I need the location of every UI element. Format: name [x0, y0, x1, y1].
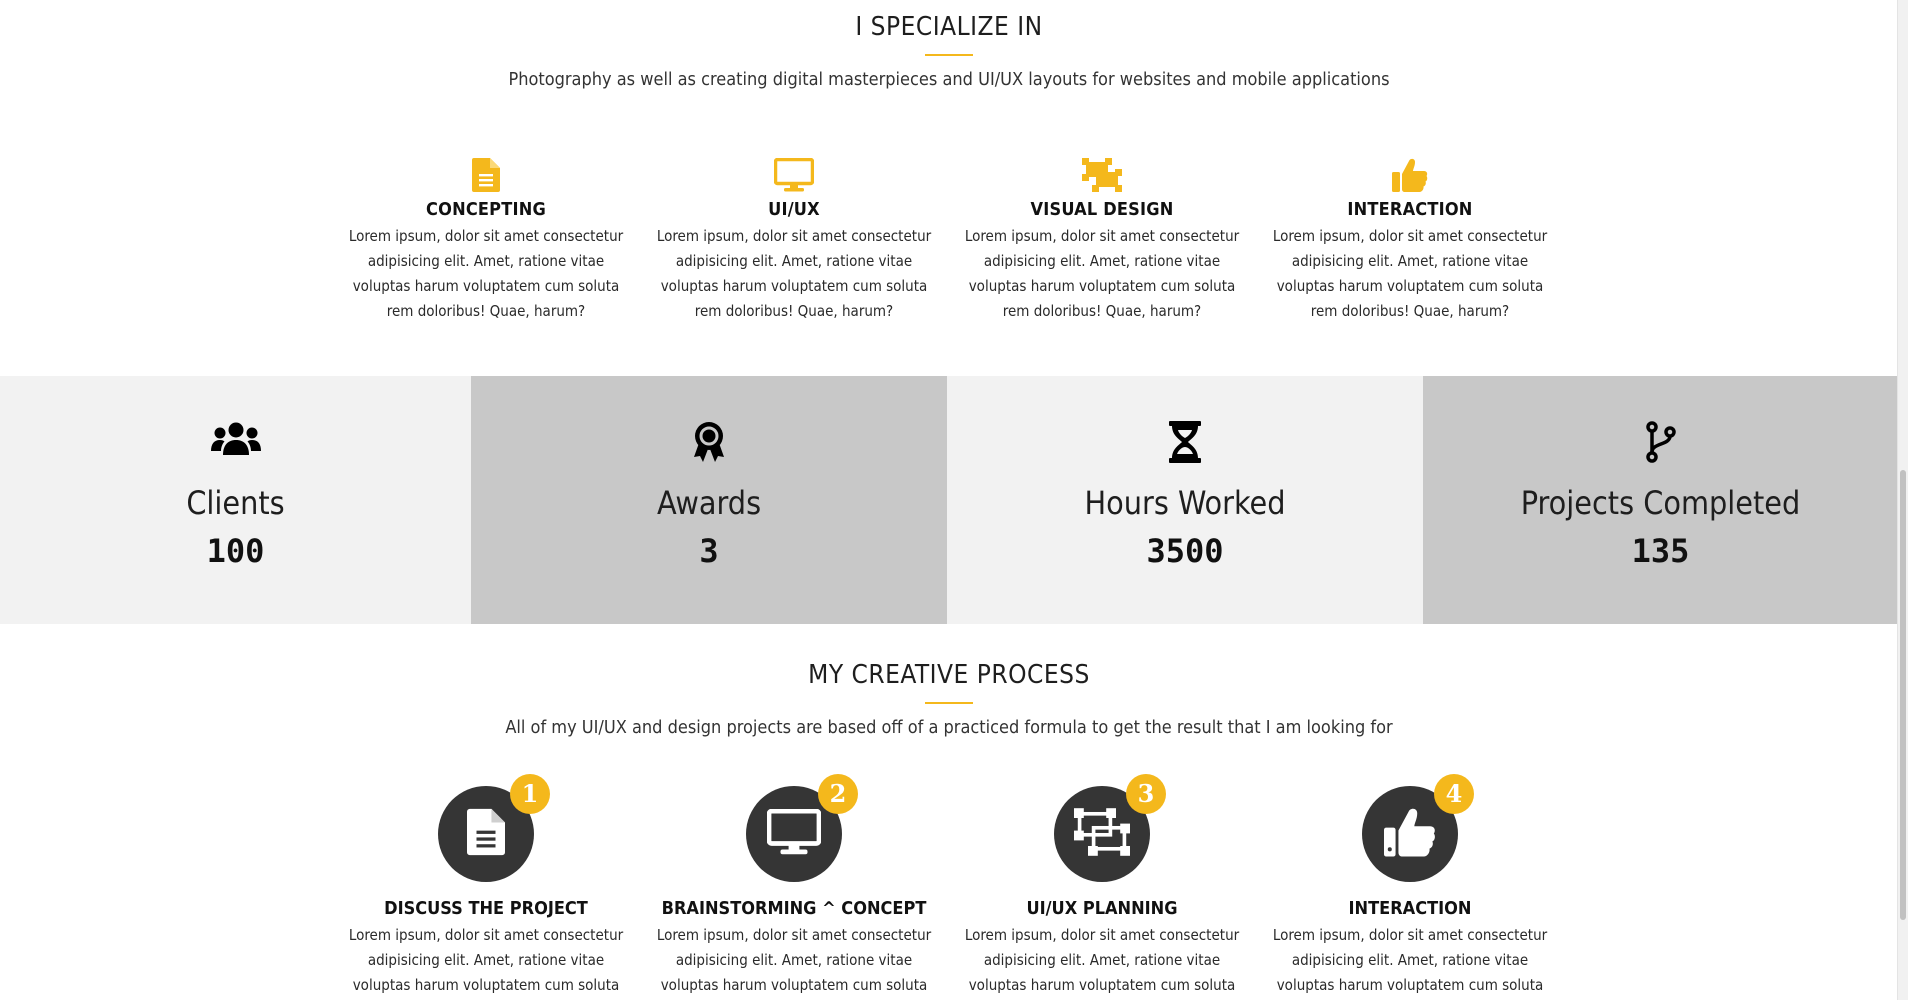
process-step-text: Lorem ipsum, dolor sit amet consectetur …: [1272, 926, 1548, 994]
page-scrollbar[interactable]: [1897, 0, 1908, 1000]
hourglass-icon: [947, 421, 1423, 465]
stat-hours-worked: Hours Worked 3500: [947, 376, 1423, 624]
stat-awards: Awards 3: [471, 376, 947, 624]
specialize-item-text: Lorem ipsum, dolor sit amet consectetur …: [348, 227, 624, 320]
scrollbar-thumb[interactable]: [1900, 470, 1906, 920]
stat-label: Hours Worked: [1084, 484, 1286, 522]
specialize-item-text: Lorem ipsum, dolor sit amet consectetur …: [656, 227, 932, 320]
page: I SPECIALIZE IN Photography as well as c…: [0, 0, 1898, 1000]
specialize-item-concepting: CONCEPTING Lorem ipsum, dolor sit amet c…: [346, 156, 626, 324]
stat-value: 135: [1631, 532, 1690, 570]
process-step-heading: DISCUSS THE PROJECT: [384, 898, 588, 919]
specialize-subtitle: Photography as well as creating digital …: [508, 69, 1390, 90]
process-step-heading: INTERACTION: [1348, 898, 1472, 919]
specialize-item-visual-design: VISUAL DESIGN Lorem ipsum, dolor sit ame…: [962, 156, 1242, 324]
specialize-item-heading: UI/UX: [768, 199, 820, 220]
stat-clients: Clients 100: [0, 376, 471, 624]
stat-label: Awards: [656, 484, 762, 522]
specialize-item-heading: INTERACTION: [1347, 199, 1473, 220]
object-ungroup-icon: [1074, 808, 1130, 860]
thumbs-up-icon: [1270, 156, 1550, 194]
stats-band: Clients 100 Awards 3 Hours Worked 3500 P…: [0, 376, 1898, 624]
specialize-item-text: Lorem ipsum, dolor sit amet consectetur …: [1272, 227, 1548, 320]
stat-label: Clients: [186, 484, 285, 522]
process-step-heading: BRAINSTORMING ^ CONCEPT: [661, 898, 927, 919]
process-step-4: 4 INTERACTION Lorem ipsum, dolor sit ame…: [1270, 774, 1550, 1000]
thumbs-up-icon: [1384, 807, 1436, 861]
process-step-1: 1 DISCUSS THE PROJECT Lorem ipsum, dolor…: [346, 774, 626, 1000]
document-icon: [467, 808, 505, 860]
specialize-title: I SPECIALIZE IN: [855, 12, 1043, 42]
monitor-icon: [766, 808, 822, 859]
monitor-icon: [654, 156, 934, 194]
specialize-title-underline: [925, 54, 973, 56]
users-icon: [0, 421, 471, 465]
stat-projects-completed: Projects Completed 135: [1423, 376, 1898, 624]
stat-value: 3500: [1146, 532, 1224, 570]
process-step-text: Lorem ipsum, dolor sit amet consectetur …: [964, 926, 1240, 994]
award-icon: [471, 421, 947, 465]
specialize-item-uiux: UI/UX Lorem ipsum, dolor sit amet consec…: [654, 156, 934, 324]
stat-value: 3: [699, 532, 719, 570]
process-step-3: 3 UI/UX PLANNING Lorem ipsum, dolor sit …: [962, 774, 1242, 1000]
process-title-underline: [925, 702, 973, 704]
stat-value: 100: [206, 532, 265, 570]
stat-label: Projects Completed: [1520, 484, 1801, 522]
step-number-badge: 2: [818, 774, 858, 814]
process-step-text: Lorem ipsum, dolor sit amet consectetur …: [656, 926, 932, 994]
step-number-badge: 3: [1126, 774, 1166, 814]
process-title: MY CREATIVE PROCESS: [808, 660, 1090, 690]
process-step-heading: UI/UX PLANNING: [1026, 898, 1178, 919]
code-branch-icon: [1423, 421, 1898, 465]
process-subtitle: All of my UI/UX and design projects are …: [505, 717, 1393, 738]
step-number-badge: 4: [1434, 774, 1474, 814]
object-ungroup-icon: [962, 156, 1242, 194]
specialize-item-heading: CONCEPTING: [426, 199, 546, 220]
process-step-2: 2 BRAINSTORMING ^ CONCEPT Lorem ipsum, d…: [654, 774, 934, 1000]
document-icon: [346, 156, 626, 194]
step-number-badge: 1: [510, 774, 550, 814]
process-step-text: Lorem ipsum, dolor sit amet consectetur …: [348, 926, 624, 994]
specialize-item-heading: VISUAL DESIGN: [1030, 199, 1174, 220]
specialize-item-text: Lorem ipsum, dolor sit amet consectetur …: [964, 227, 1240, 320]
specialize-item-interaction: INTERACTION Lorem ipsum, dolor sit amet …: [1270, 156, 1550, 324]
